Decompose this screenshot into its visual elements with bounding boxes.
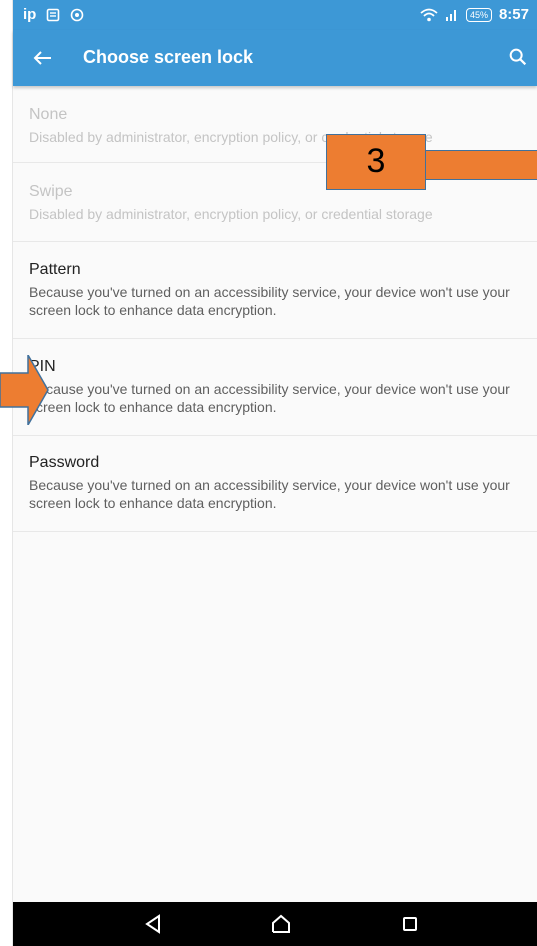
status-bar: ip 45% 8:57 xyxy=(13,0,537,30)
option-swipe-summary: Disabled by administrator, encryption po… xyxy=(29,206,433,222)
option-pattern-title: Pattern xyxy=(29,261,81,278)
search-icon[interactable] xyxy=(507,46,529,68)
option-pin-summary: Because you've turned on an accessibilit… xyxy=(29,381,510,415)
nav-back-icon[interactable] xyxy=(141,912,165,936)
screenshot-page: ip 45% 8:57 Choose screen lock None Disa… xyxy=(0,0,537,946)
navigation-bar xyxy=(13,902,537,946)
phone-screen: ip 45% 8:57 Choose screen lock None Disa… xyxy=(12,0,537,946)
left-margin xyxy=(0,0,12,946)
battery-icon: 45% xyxy=(465,7,492,22)
notification-shield-icon xyxy=(71,8,84,21)
page-title: Choose screen lock xyxy=(83,47,254,67)
option-password-title: Password xyxy=(29,454,100,471)
callout-connector-bar xyxy=(426,150,537,180)
option-pin-title: PIN xyxy=(29,358,56,375)
wifi-icon xyxy=(420,8,438,21)
back-arrow-icon[interactable] xyxy=(31,46,55,70)
nav-home-icon[interactable] xyxy=(269,912,293,936)
status-left: ip xyxy=(23,6,84,23)
signal-icon xyxy=(445,9,456,21)
status-ip-text: ip xyxy=(23,6,37,23)
status-time: 8:57 xyxy=(498,6,529,23)
nav-recents-icon[interactable] xyxy=(398,912,422,936)
app-bar: Choose screen lock xyxy=(13,30,537,86)
option-pattern[interactable]: Pattern Because you've turned on an acce… xyxy=(13,242,537,339)
option-none-summary: Disabled by administrator, encryption po… xyxy=(29,129,433,145)
option-none-title: None xyxy=(29,106,68,123)
option-password[interactable]: Password Because you've turned on an acc… xyxy=(13,436,537,532)
option-pin[interactable]: PIN Because you've turned on an accessib… xyxy=(13,339,537,436)
option-password-summary: Because you've turned on an accessibilit… xyxy=(29,477,510,511)
pointer-arrow-icon xyxy=(0,355,49,425)
status-right: 45% 8:57 xyxy=(420,6,529,23)
notification-doc-icon xyxy=(47,8,60,21)
step-number-callout: 3 xyxy=(326,134,426,190)
option-swipe-title: Swipe xyxy=(29,183,73,200)
option-pattern-summary: Because you've turned on an accessibilit… xyxy=(29,284,510,318)
